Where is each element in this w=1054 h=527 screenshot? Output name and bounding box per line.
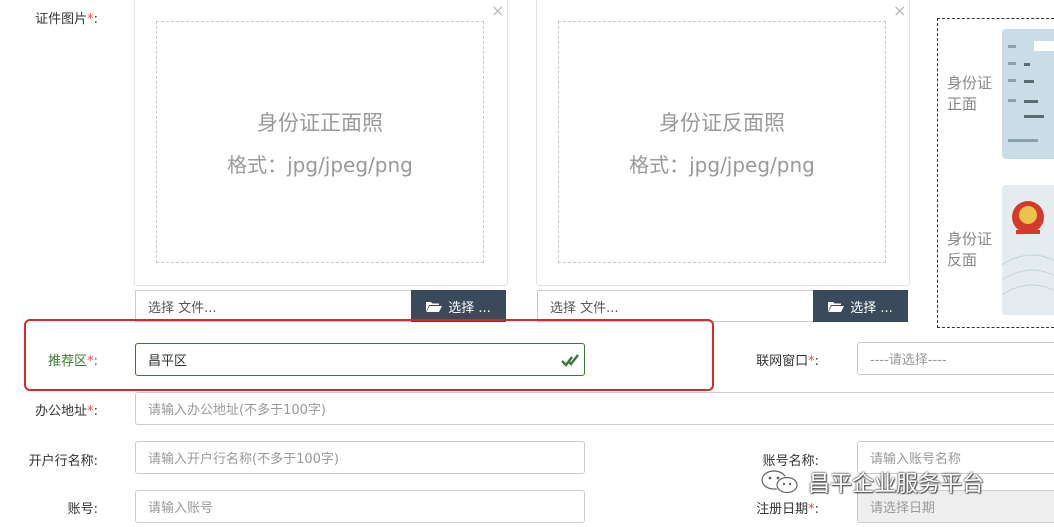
folder-open-icon [828, 302, 845, 312]
id-front-dropzone[interactable]: 身份证正面照 格式：jpg/jpeg/png [156, 21, 484, 263]
reg-date-label: 注册日期*: [756, 502, 819, 517]
close-icon[interactable]: × [893, 1, 906, 20]
bank-name-label: 开户行名称: [28, 454, 98, 469]
id-card-front-image [1002, 29, 1054, 159]
id-front-file-input[interactable]: 选择 文件... [135, 290, 411, 322]
account-no-input[interactable]: 请输入账号 [135, 490, 585, 523]
id-front-format: 格式：jpg/jpeg/png [227, 152, 413, 177]
id-back-format: 格式：jpg/jpeg/png [629, 152, 815, 177]
watermark: 昌平企业服务平台 [760, 466, 984, 498]
id-back-title: 身份证反面照 [659, 110, 785, 135]
account-no-label: 账号: [67, 502, 98, 517]
bank-name-input[interactable]: 请输入开户行名称(不多于100字) [135, 441, 585, 474]
id-back-file-input[interactable]: 选择 文件... [537, 290, 813, 322]
id-sample-panel: 身份证正面 身份证反面 [937, 18, 1054, 328]
watermark-text: 昌平企业服务平台 [808, 472, 985, 497]
sample-front-label: 身份证正面 [947, 74, 993, 113]
folder-open-icon [426, 302, 443, 312]
office-address-input[interactable]: 请输入办公地址(不多于100字) [135, 392, 1054, 425]
id-back-dropzone[interactable]: 身份证反面照 格式：jpg/jpeg/png [558, 21, 886, 263]
network-window-select[interactable]: ----请选择---- [857, 342, 1054, 375]
wechat-icon [760, 469, 799, 494]
id-back-select-button[interactable]: 选择 ... [813, 290, 908, 322]
id-photos-label: 证件图片*: [35, 12, 98, 27]
close-icon[interactable]: × [491, 1, 504, 20]
highlight-box [24, 319, 714, 391]
network-window-label: 联网窗口*: [756, 354, 819, 369]
id-front-title: 身份证正面照 [257, 110, 383, 135]
id-back-upload-card[interactable]: × 身份证反面照 格式：jpg/jpeg/png [536, 0, 910, 286]
sample-back-label: 身份证反面 [947, 230, 993, 269]
office-address-label: 办公地址*: [35, 404, 98, 419]
id-card-back-image [1002, 185, 1054, 315]
id-front-upload-card[interactable]: × 身份证正面照 格式：jpg/jpeg/png [134, 0, 508, 286]
id-front-select-button[interactable]: 选择 ... [411, 290, 506, 322]
